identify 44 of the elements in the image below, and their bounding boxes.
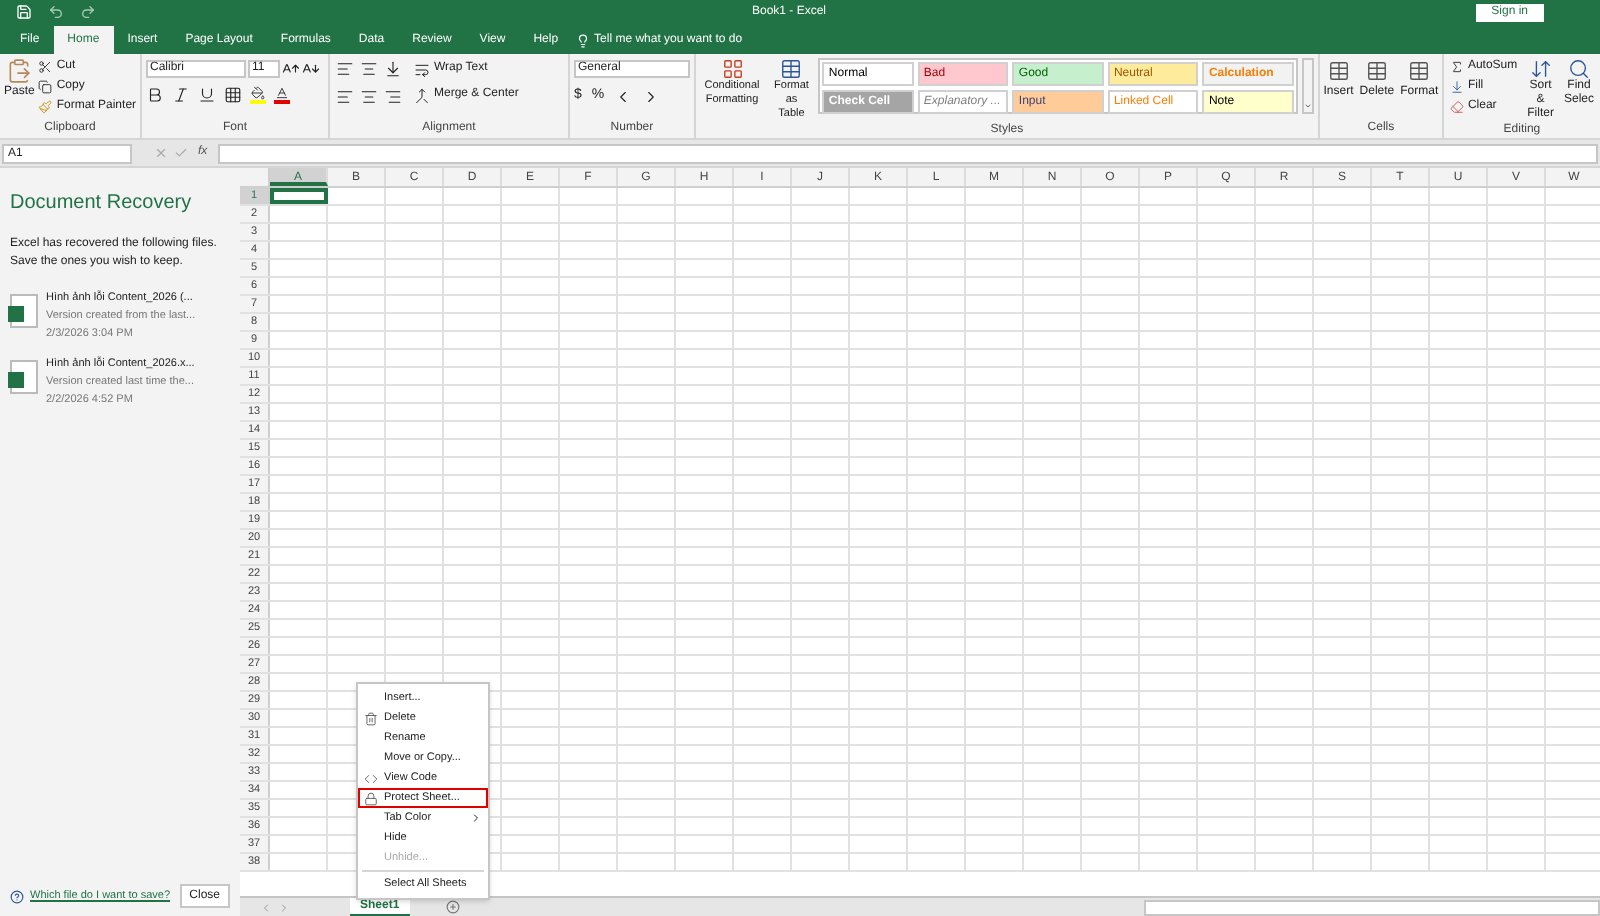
- copy-icon: [38, 80, 53, 94]
- code-icon: [364, 771, 378, 785]
- spreadsheet-file-icon: [10, 360, 38, 394]
- spreadsheet-file-icon: [10, 294, 38, 328]
- bold-icon: [146, 86, 164, 104]
- decrease-font-icon: [302, 60, 320, 78]
- align-right-icon: [383, 88, 402, 106]
- down-arrow-icon: [1449, 80, 1464, 94]
- sigma-icon: [1449, 60, 1464, 74]
- undo-icon[interactable]: [48, 4, 64, 20]
- font-color-icon[interactable]: [274, 86, 290, 104]
- search-icon: [1567, 58, 1590, 80]
- trash-icon: [364, 711, 378, 725]
- borders-icon: [224, 86, 242, 104]
- wrap-text-icon: [413, 61, 430, 77]
- help-icon: [10, 889, 24, 903]
- paintbrush-icon: [38, 100, 53, 114]
- italic-icon: [172, 86, 190, 104]
- redo-icon[interactable]: [80, 4, 96, 20]
- lock-icon: [364, 791, 378, 805]
- selected-cell[interactable]: [270, 188, 328, 204]
- clipboard-icon: [6, 58, 33, 84]
- scissors-icon: [38, 60, 53, 74]
- merge-icon: [413, 87, 430, 103]
- formula-input[interactable]: [217, 143, 1598, 163]
- align-bottom-icon: [383, 60, 402, 78]
- horizontal-scrollbar[interactable]: [1144, 899, 1600, 915]
- cancel-icon[interactable]: [154, 146, 168, 160]
- table-icon: [1365, 60, 1388, 82]
- sort-icon: [1529, 58, 1552, 80]
- table-icon: [780, 58, 803, 80]
- table-icon: [1327, 60, 1350, 82]
- underline-icon: [198, 86, 216, 104]
- save-icon[interactable]: [16, 4, 32, 20]
- panel-title: Document Recovery: [10, 190, 194, 218]
- table-icon: [1408, 60, 1431, 82]
- grid-icon: [721, 58, 743, 80]
- fill-color-icon[interactable]: [250, 86, 266, 104]
- align-center-icon: [359, 88, 378, 106]
- enter-icon[interactable]: [174, 146, 188, 160]
- add-sheet-icon[interactable]: [445, 900, 460, 914]
- align-left-icon: [335, 88, 354, 106]
- increase-font-icon: [282, 60, 300, 78]
- eraser-icon: [1449, 100, 1464, 114]
